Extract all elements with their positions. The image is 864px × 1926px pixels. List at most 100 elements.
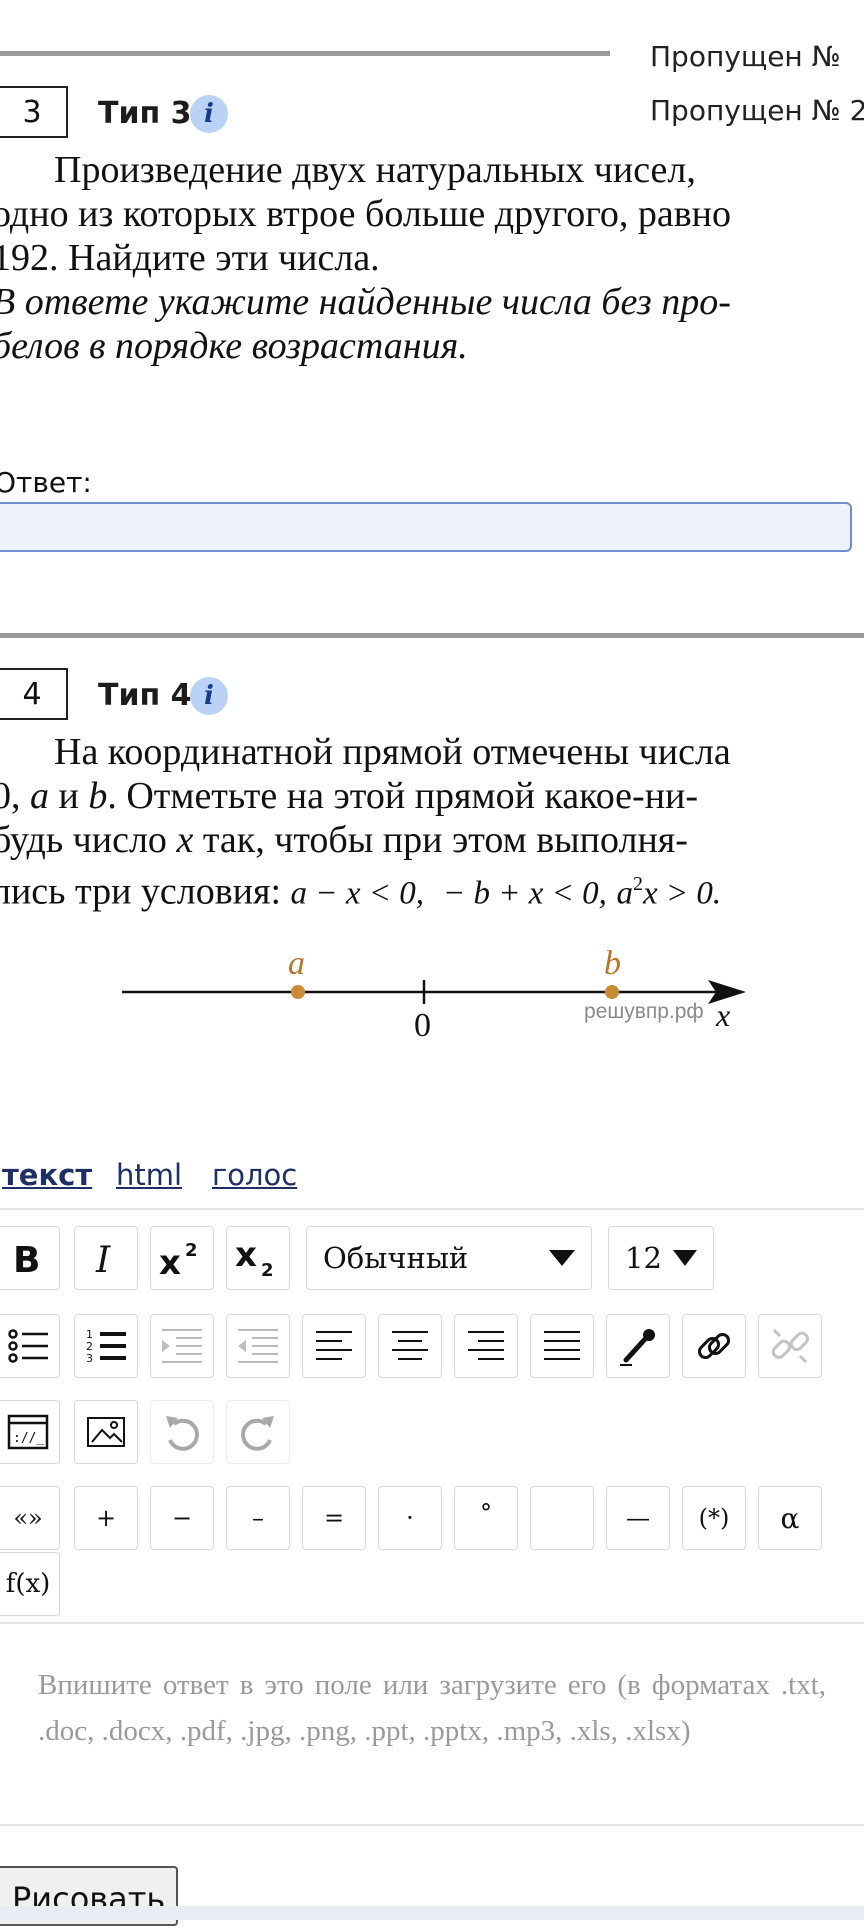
function-button[interactable]: f(x) [0, 1552, 60, 1616]
font-size-select[interactable]: 12 [608, 1226, 714, 1290]
italic-icon: I [95, 1240, 111, 1278]
divider-middle [0, 633, 864, 638]
numbered-list-button[interactable]: 123 [74, 1314, 138, 1378]
symbol-plus-button[interactable]: + [74, 1486, 138, 1550]
info-icon[interactable]: i [190, 95, 228, 133]
insert-link-button[interactable] [682, 1314, 746, 1378]
align-center-button[interactable] [378, 1314, 442, 1378]
align-justify-button[interactable] [530, 1314, 594, 1378]
superscript-icon: x2 [159, 1240, 198, 1280]
point-b [605, 985, 619, 999]
bullet-list-button[interactable] [0, 1314, 60, 1378]
skipped-link-2[interactable]: Пропущен № 2 [650, 94, 864, 127]
svg-text:2: 2 [185, 1240, 198, 1261]
subscript-icon: x2 [235, 1236, 274, 1280]
bold-icon: B [13, 1240, 40, 1278]
bullet-list-icon [8, 1329, 48, 1363]
svg-text:3: 3 [86, 1352, 93, 1365]
chevron-down-icon [673, 1250, 697, 1266]
align-left-icon [316, 1331, 352, 1360]
undo-icon [166, 1416, 199, 1451]
label-x: x [715, 997, 730, 1033]
task-type-3: Тип 3 [98, 96, 192, 131]
indent-button[interactable] [150, 1314, 214, 1378]
font-size-select-value: 12 [625, 1241, 662, 1275]
symbol-degree-button[interactable]: ° [454, 1486, 518, 1550]
label-b: b [604, 945, 621, 982]
eyedropper-icon [620, 1329, 655, 1366]
code-icon: ://_ [7, 1414, 49, 1450]
symbol-space-button[interactable] [530, 1486, 594, 1550]
numbered-list-icon: 123 [86, 1328, 126, 1365]
image-icon [87, 1417, 125, 1447]
symbol-em-dash-button[interactable]: — [606, 1486, 670, 1550]
label-zero: 0 [414, 1007, 431, 1044]
task-4-line-4: лись три условия: a − x < 0, − b + x < 0… [0, 870, 722, 913]
task-3-statement: Произведение двух натуральных чисел, одн… [0, 148, 864, 368]
tab-html[interactable]: html [116, 1158, 182, 1192]
task-4-statement: На координатной прямой отмечены числа 0,… [0, 730, 864, 916]
point-a [291, 985, 305, 999]
subscript-button[interactable]: x2 [226, 1226, 290, 1290]
task-number-4[interactable]: 4 [0, 668, 68, 720]
symbol-alpha-button[interactable]: α [758, 1486, 822, 1550]
symbol-equals-button[interactable]: = [302, 1486, 366, 1550]
task-4-line-2: 0, a и b. Отметьте на этой прямой какое-… [0, 775, 699, 817]
align-right-button[interactable] [454, 1314, 518, 1378]
superscript-button[interactable]: x2 [150, 1226, 214, 1290]
color-picker-button[interactable] [606, 1314, 670, 1378]
symbol-en-dash-button[interactable]: – [226, 1486, 290, 1550]
answer-input[interactable] [0, 502, 852, 552]
toolbar-top-border [0, 1208, 864, 1210]
link-icon [697, 1332, 731, 1360]
symbol-dot-button[interactable]: · [378, 1486, 442, 1550]
symbol-minus-button[interactable]: − [150, 1486, 214, 1550]
symbol-asterisk-button[interactable]: (*) [682, 1486, 746, 1550]
insert-image-button[interactable] [74, 1400, 138, 1464]
task-3-line-3: 192. Найдите эти числа. [0, 237, 380, 279]
task-type-4: Тип 4 [98, 678, 192, 713]
align-left-button[interactable] [302, 1314, 366, 1378]
align-right-icon [468, 1331, 504, 1360]
unlink-icon [771, 1328, 810, 1364]
symbol-quotes-button[interactable]: «» [0, 1486, 60, 1550]
svg-text:://_: ://_ [13, 1431, 44, 1446]
task-3-instruction-1: В ответе укажите найденные числа без про… [0, 281, 731, 323]
task-number-3[interactable]: 3 [0, 86, 68, 138]
svg-text:x: x [235, 1236, 257, 1275]
format-select[interactable]: Обычный [306, 1226, 592, 1290]
bottom-bar [0, 1906, 864, 1920]
divider-top [0, 51, 610, 56]
skipped-link-1[interactable]: Пропущен № [650, 40, 841, 73]
redo-icon [241, 1416, 274, 1451]
chevron-down-icon [549, 1250, 575, 1266]
svg-text:x: x [159, 1243, 181, 1280]
editor-placeholder: Впишите ответ в это поле или загрузите е… [38, 1669, 826, 1747]
tab-text[interactable]: текст [2, 1158, 92, 1192]
italic-button[interactable]: I [74, 1226, 138, 1290]
task-3-line-1: Произведение двух натуральных чисел, [54, 149, 696, 191]
label-a: a [288, 945, 305, 982]
watermark: решувпр.рф [584, 1000, 704, 1023]
outdent-button[interactable] [226, 1314, 290, 1378]
align-justify-icon [544, 1331, 580, 1360]
unlink-button[interactable] [758, 1314, 822, 1378]
answer-label: Ответ: [0, 466, 92, 499]
indent-icon [162, 1329, 202, 1363]
bold-button[interactable]: B [0, 1226, 60, 1290]
answer-editor[interactable]: Впишите ответ в это поле или загрузите е… [0, 1622, 864, 1826]
code-block-button[interactable]: ://_ [0, 1400, 60, 1464]
svg-text:2: 2 [261, 1260, 274, 1280]
task-4-line-3: будь число x так, чтобы при этом выполня… [0, 819, 688, 861]
format-select-value: Обычный [323, 1241, 469, 1275]
redo-button[interactable] [226, 1400, 290, 1464]
task-3-line-2: одно из которых втрое больше другого, ра… [0, 193, 731, 235]
task-4-line-1: На координатной прямой отмечены числа [54, 731, 731, 773]
svg-text:B: B [13, 1240, 40, 1278]
align-center-icon [392, 1331, 428, 1360]
info-icon[interactable]: i [190, 677, 228, 715]
outdent-icon [238, 1329, 278, 1363]
svg-text:I: I [95, 1240, 111, 1278]
tab-voice[interactable]: голос [212, 1158, 297, 1192]
undo-button[interactable] [150, 1400, 214, 1464]
